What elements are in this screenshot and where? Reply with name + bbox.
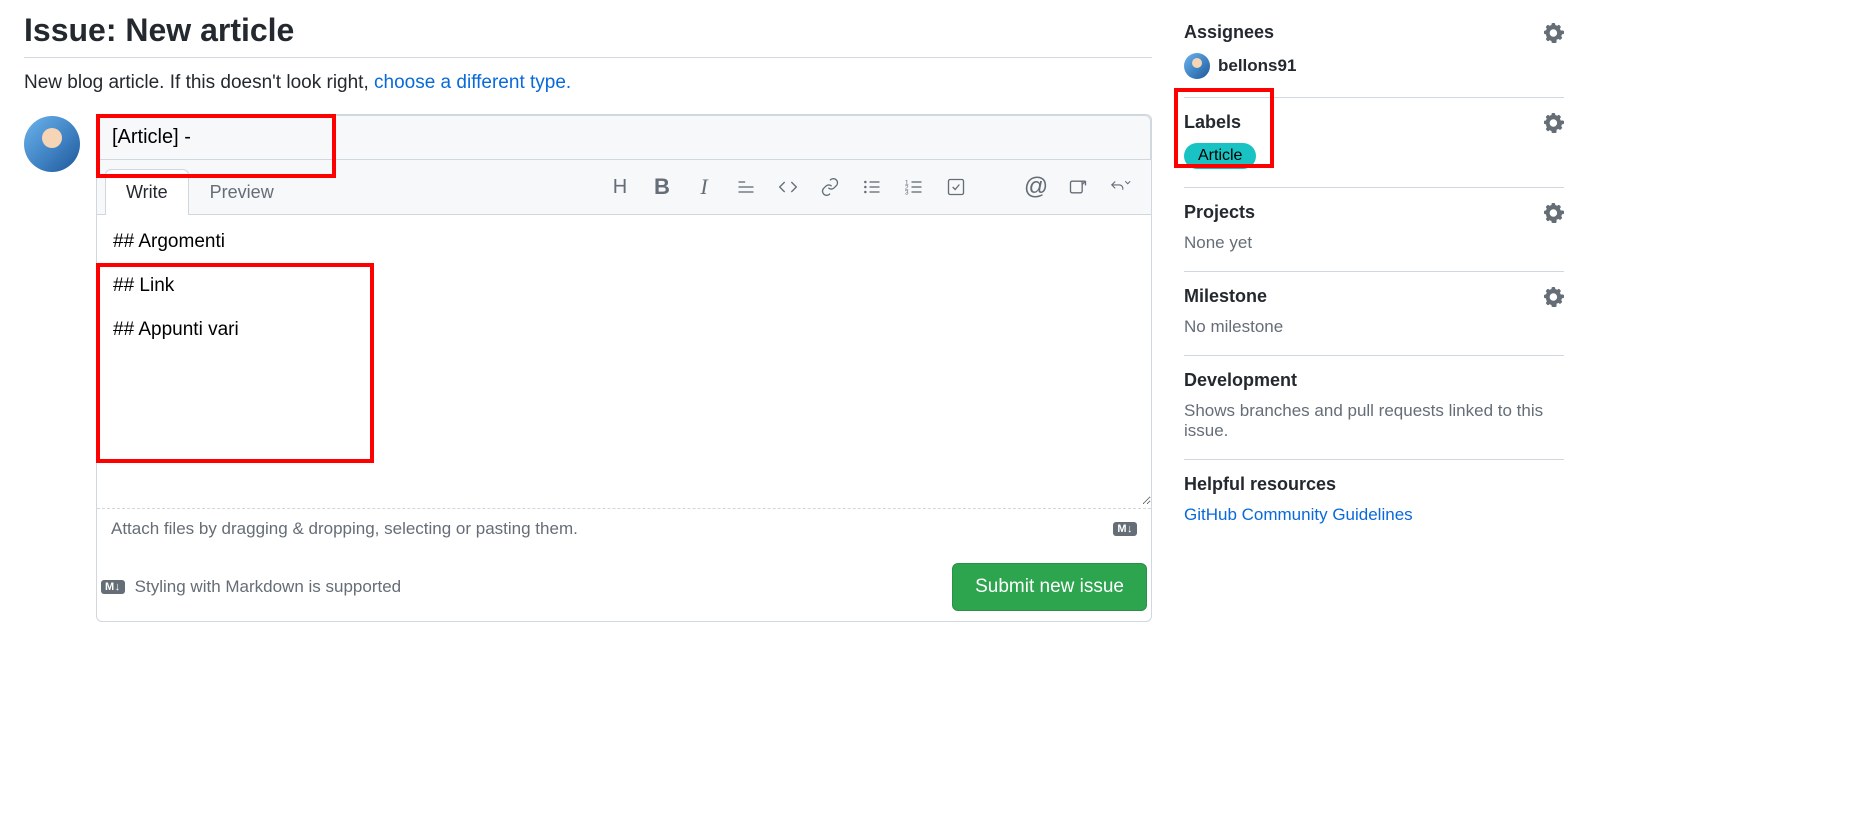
helpful-title: Helpful resources [1184,474,1336,495]
link-icon[interactable] [819,176,841,198]
submit-issue-button[interactable]: Submit new issue [952,563,1147,611]
milestone-value: No milestone [1184,317,1564,337]
bold-icon[interactable]: B [651,176,673,198]
development-value: Shows branches and pull requests linked … [1184,401,1564,441]
milestone-title: Milestone [1184,286,1267,307]
attach-hint[interactable]: Attach files by dragging & dropping, sel… [111,519,578,539]
labels-title: Labels [1184,112,1241,133]
sidebar-projects: Projects None yet [1184,188,1564,272]
assignee-username: bellons91 [1218,56,1296,76]
markdown-badge-icon[interactable]: M↓ [1113,522,1137,536]
gear-icon[interactable] [1544,23,1564,43]
tab-preview[interactable]: Preview [189,169,295,215]
markdown-badge-icon: M↓ [101,580,125,594]
user-avatar[interactable] [24,116,80,172]
avatar [1184,53,1210,79]
issue-title-input[interactable] [97,115,1151,160]
mention-icon[interactable]: @ [1025,176,1047,198]
tasklist-icon[interactable] [945,176,967,198]
sidebar-milestone: Milestone No milestone [1184,272,1564,356]
reply-icon[interactable] [1109,176,1131,198]
italic-icon[interactable]: I [693,176,715,198]
choose-different-type-link[interactable]: choose a different type. [374,72,571,93]
label-chip-article[interactable]: Article [1184,143,1256,169]
editor-toolbar: Write Preview H B I [97,160,1151,215]
markdown-hint[interactable]: Styling with Markdown is supported [135,577,401,597]
heading-icon[interactable]: H [609,176,631,198]
assignees-title: Assignees [1184,22,1274,43]
tab-write[interactable]: Write [105,169,189,215]
toolbar-separator [987,176,1005,198]
projects-title: Projects [1184,202,1255,223]
sidebar-labels: Labels Article [1184,98,1564,188]
quote-icon[interactable] [735,176,757,198]
sidebar-helpful-resources: Helpful resources GitHub Community Guide… [1184,460,1564,543]
community-guidelines-link[interactable]: GitHub Community Guidelines [1184,505,1413,524]
comment-box: Write Preview H B I [96,114,1152,622]
projects-value: None yet [1184,233,1564,253]
issue-body-textarea[interactable] [97,215,1151,505]
subtitle: New blog article. If this doesn't look r… [24,72,1152,94]
assignee-user[interactable]: bellons91 [1184,53,1564,79]
code-icon[interactable] [777,176,799,198]
sidebar-assignees: Assignees bellons91 [1184,8,1564,98]
page-title: Issue: New article [24,12,1152,58]
cross-reference-icon[interactable] [1067,176,1089,198]
svg-text:3: 3 [905,190,909,197]
sidebar-development: Development Shows branches and pull requ… [1184,356,1564,460]
gear-icon[interactable] [1544,203,1564,223]
ordered-list-icon[interactable]: 123 [903,176,925,198]
gear-icon[interactable] [1544,287,1564,307]
unordered-list-icon[interactable] [861,176,883,198]
gear-icon[interactable] [1544,113,1564,133]
development-title: Development [1184,370,1297,391]
subtitle-text: New blog article. If this doesn't look r… [24,72,374,93]
